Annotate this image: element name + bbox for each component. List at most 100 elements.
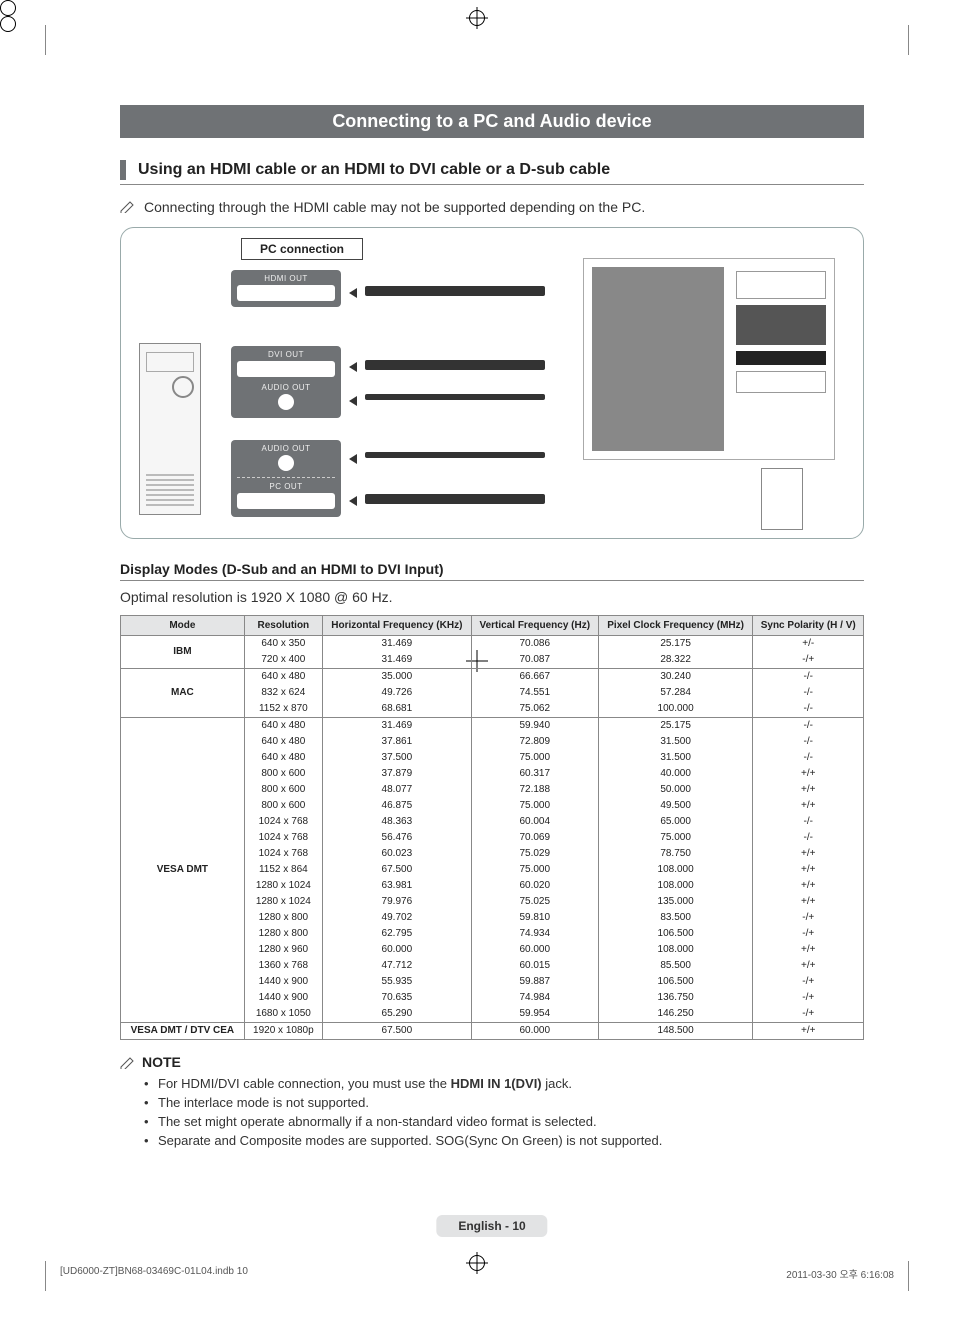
cell-vfreq: 66.667 bbox=[471, 669, 598, 686]
vga-connector-icon bbox=[761, 468, 803, 530]
cell-polarity: +/- bbox=[753, 636, 864, 653]
cell-polarity: +/+ bbox=[753, 878, 864, 894]
port-pcout-group: AUDIO OUT PC OUT bbox=[231, 440, 341, 517]
col-pixclk: Pixel Clock Frequency (MHz) bbox=[598, 616, 753, 636]
cell-pixclk: 108.000 bbox=[598, 878, 753, 894]
cell-resolution: 1280 x 960 bbox=[244, 942, 322, 958]
cell-pixclk: 83.500 bbox=[598, 910, 753, 926]
page-content: Connecting to a PC and Audio device Usin… bbox=[120, 105, 864, 1241]
pc-tower-icon bbox=[139, 343, 201, 515]
cell-vfreq: 75.000 bbox=[471, 750, 598, 766]
list-item: For HDMI/DVI cable connection, you must … bbox=[144, 1076, 864, 1091]
col-polarity: Sync Polarity (H / V) bbox=[753, 616, 864, 636]
cell-polarity: -/- bbox=[753, 830, 864, 846]
cell-hfreq: 70.635 bbox=[322, 990, 471, 1006]
cell-pixclk: 49.500 bbox=[598, 798, 753, 814]
table-row: MAC640 x 48035.00066.66730.240-/- bbox=[121, 669, 864, 686]
hdmi-port-icon bbox=[237, 285, 335, 301]
connection-diagram: PC connection HDMI OUT DVI OUT AUDIO OUT bbox=[120, 227, 864, 539]
cell-polarity: +/+ bbox=[753, 846, 864, 862]
note-bold: HDMI IN 1(DVI) bbox=[451, 1076, 542, 1091]
cell-vfreq: 70.069 bbox=[471, 830, 598, 846]
cell-resolution: 1152 x 864 bbox=[244, 862, 322, 878]
cell-hfreq: 60.023 bbox=[322, 846, 471, 862]
table-row: VESA DMT640 x 48031.46959.94025.175-/- bbox=[121, 718, 864, 735]
optimal-resolution-text: Optimal resolution is 1920 X 1080 @ 60 H… bbox=[120, 589, 864, 605]
cell-hfreq: 31.469 bbox=[322, 636, 471, 653]
cell-hfreq: 65.290 bbox=[322, 1006, 471, 1023]
cell-pixclk: 65.000 bbox=[598, 814, 753, 830]
cell-hfreq: 46.875 bbox=[322, 798, 471, 814]
cell-resolution: 640 x 480 bbox=[244, 718, 322, 735]
cell-polarity: +/+ bbox=[753, 942, 864, 958]
cell-vfreq: 59.810 bbox=[471, 910, 598, 926]
notes-list: For HDMI/DVI cable connection, you must … bbox=[144, 1076, 864, 1148]
cell-polarity: -/- bbox=[753, 718, 864, 735]
port-label: HDMI OUT bbox=[237, 274, 335, 283]
cell-resolution: 1024 x 768 bbox=[244, 814, 322, 830]
notes-heading-text: NOTE bbox=[142, 1054, 181, 1070]
footer-right: 2011-03-30 오후 6:16:08 bbox=[786, 1266, 894, 1281]
cell-pixclk: 146.250 bbox=[598, 1006, 753, 1023]
crop-mark-icon bbox=[45, 25, 46, 55]
port-label: AUDIO OUT bbox=[237, 444, 335, 453]
dvi-port-icon bbox=[237, 361, 335, 377]
port-label: AUDIO OUT bbox=[237, 383, 335, 392]
cell-pixclk: 136.750 bbox=[598, 990, 753, 1006]
cell-resolution: 1152 x 870 bbox=[244, 701, 322, 718]
cell-resolution: 640 x 480 bbox=[244, 750, 322, 766]
vga-port-icon bbox=[237, 493, 335, 509]
cell-hfreq: 63.981 bbox=[322, 878, 471, 894]
cell-polarity: -/- bbox=[753, 750, 864, 766]
diagram-label: PC connection bbox=[241, 238, 363, 260]
cell-hfreq: 68.681 bbox=[322, 701, 471, 718]
audio-cable-icon bbox=[365, 394, 545, 400]
arrow-left-icon bbox=[349, 496, 357, 506]
table-row: VESA DMT / DTV CEA1920 x 1080p67.50060.0… bbox=[121, 1023, 864, 1040]
cell-vfreq: 60.020 bbox=[471, 878, 598, 894]
inline-note: Connecting through the HDMI cable may no… bbox=[120, 199, 864, 215]
cell-vfreq: 59.887 bbox=[471, 974, 598, 990]
cell-pixclk: 135.000 bbox=[598, 894, 753, 910]
cell-resolution: 720 x 400 bbox=[244, 652, 322, 669]
cell-hfreq: 56.476 bbox=[322, 830, 471, 846]
registration-mark-icon bbox=[0, 16, 16, 32]
crop-mark-icon bbox=[908, 25, 909, 55]
cell-resolution: 1440 x 900 bbox=[244, 990, 322, 1006]
cell-hfreq: 37.879 bbox=[322, 766, 471, 782]
cell-pixclk: 31.500 bbox=[598, 734, 753, 750]
cell-polarity: -/+ bbox=[753, 1006, 864, 1023]
cell-pixclk: 106.500 bbox=[598, 926, 753, 942]
inline-note-text: Connecting through the HDMI cable may no… bbox=[144, 199, 645, 215]
cell-vfreq: 75.000 bbox=[471, 862, 598, 878]
table-header-row: Mode Resolution Horizontal Frequency (KH… bbox=[121, 616, 864, 636]
note-text: The interlace mode is not supported. bbox=[158, 1095, 369, 1110]
cell-vfreq: 60.000 bbox=[471, 942, 598, 958]
cell-polarity: -/- bbox=[753, 701, 864, 718]
cell-pixclk: 28.322 bbox=[598, 652, 753, 669]
cell-polarity: +/+ bbox=[753, 894, 864, 910]
registration-mark-icon bbox=[0, 0, 16, 16]
cell-polarity: -/+ bbox=[753, 910, 864, 926]
cell-resolution: 1280 x 1024 bbox=[244, 878, 322, 894]
page-number: English - 10 bbox=[436, 1215, 547, 1237]
cell-resolution: 800 x 600 bbox=[244, 782, 322, 798]
cell-vfreq: 70.087 bbox=[471, 652, 598, 669]
port-dvi-audio-group: DVI OUT AUDIO OUT bbox=[231, 346, 341, 418]
cell-resolution: 800 x 600 bbox=[244, 798, 322, 814]
cell-vfreq: 60.015 bbox=[471, 958, 598, 974]
cell-vfreq: 59.954 bbox=[471, 1006, 598, 1023]
registration-mark-icon bbox=[469, 10, 485, 26]
arrow-left-icon bbox=[349, 362, 357, 372]
audio-cable-icon bbox=[365, 452, 545, 458]
cell-pixclk: 50.000 bbox=[598, 782, 753, 798]
port-hdmi-out: HDMI OUT bbox=[231, 270, 341, 307]
cell-hfreq: 60.000 bbox=[322, 942, 471, 958]
cell-resolution: 1024 x 768 bbox=[244, 846, 322, 862]
cell-vfreq: 60.000 bbox=[471, 1023, 598, 1040]
cell-hfreq: 79.976 bbox=[322, 894, 471, 910]
cell-pixclk: 57.284 bbox=[598, 685, 753, 701]
note-text: Separate and Composite modes are support… bbox=[158, 1133, 662, 1148]
col-vfreq: Vertical Frequency (Hz) bbox=[471, 616, 598, 636]
cell-hfreq: 55.935 bbox=[322, 974, 471, 990]
